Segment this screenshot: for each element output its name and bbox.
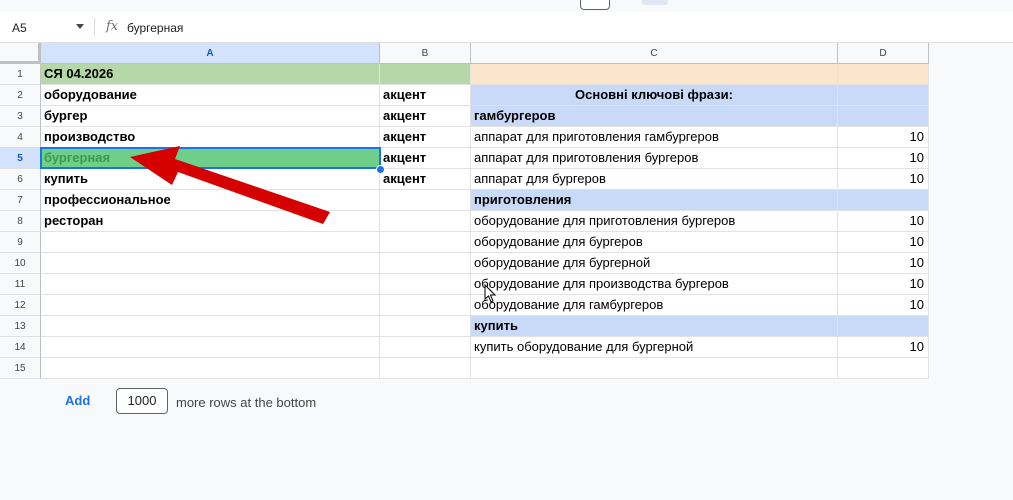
function-icon: fx xyxy=(106,19,119,34)
cell-d12[interactable]: 10 xyxy=(838,295,929,316)
row-header-3[interactable]: 3 xyxy=(0,106,41,127)
cell-a9[interactable] xyxy=(41,232,380,253)
cell-a6[interactable]: купить xyxy=(41,169,380,190)
cell-c4[interactable]: аппарат для приготовления гамбургеров xyxy=(471,127,838,148)
cell-d6[interactable]: 10 xyxy=(838,169,929,190)
cell-d10[interactable]: 10 xyxy=(838,253,929,274)
row-header-9[interactable]: 9 xyxy=(0,232,41,253)
column-header-c[interactable]: C xyxy=(471,43,838,64)
top-toolbar-strip xyxy=(0,0,1013,12)
cell-d7[interactable] xyxy=(838,190,929,211)
row-header-10[interactable]: 10 xyxy=(0,253,41,274)
cell-a7[interactable]: профессиональное xyxy=(41,190,380,211)
cell-b13[interactable] xyxy=(380,316,471,337)
cell-b11[interactable] xyxy=(380,274,471,295)
row-header-11[interactable]: 11 xyxy=(0,274,41,295)
cell-b12[interactable] xyxy=(380,295,471,316)
cell-a14[interactable] xyxy=(41,337,380,358)
cell-a10[interactable] xyxy=(41,253,380,274)
cell-c12[interactable]: оборудование для гамбургеров xyxy=(471,295,838,316)
row-header-15[interactable]: 15 xyxy=(0,358,41,379)
cell-a2[interactable]: оборудование xyxy=(41,85,380,106)
cell-d4[interactable]: 10 xyxy=(838,127,929,148)
row-header-14[interactable]: 14 xyxy=(0,337,41,358)
cell-c5[interactable]: аппарат для приготовления бургеров xyxy=(471,148,838,169)
toolbar-button[interactable] xyxy=(580,0,610,10)
more-rows-label: more rows at the bottom xyxy=(176,395,317,410)
cell-a3[interactable]: бургер xyxy=(41,106,380,127)
cell-b10[interactable] xyxy=(380,253,471,274)
cell-b14[interactable] xyxy=(380,337,471,358)
select-all-corner[interactable] xyxy=(0,43,41,64)
column-header-d[interactable]: D xyxy=(838,43,929,64)
cell-b6[interactable]: акцент xyxy=(380,169,471,190)
row-header-5[interactable]: 5 xyxy=(0,148,41,169)
cell-b7[interactable] xyxy=(380,190,471,211)
cell-c1[interactable] xyxy=(471,64,838,85)
cell-b2[interactable]: акцент xyxy=(380,85,471,106)
cell-b9[interactable] xyxy=(380,232,471,253)
column-header-a[interactable]: A xyxy=(41,43,380,64)
add-rows-bar: Add 1000 more rows at the bottom xyxy=(0,378,1013,428)
cell-d14[interactable]: 10 xyxy=(838,337,929,358)
cell-d3[interactable] xyxy=(838,106,929,127)
cell-a12[interactable] xyxy=(41,295,380,316)
chevron-down-icon[interactable] xyxy=(76,24,84,29)
formula-bar: A5 fx бургерная xyxy=(0,12,1013,43)
cell-d5[interactable]: 10 xyxy=(838,148,929,169)
cell-d1[interactable] xyxy=(838,64,929,85)
cell-c6[interactable]: аппарат для бургеров xyxy=(471,169,838,190)
cell-b5[interactable]: акцент xyxy=(380,148,471,169)
cell-d8[interactable]: 10 xyxy=(838,211,929,232)
cell-d9[interactable]: 10 xyxy=(838,232,929,253)
cell-b3[interactable]: акцент xyxy=(380,106,471,127)
cell-b8[interactable] xyxy=(380,211,471,232)
add-rows-button[interactable]: Add xyxy=(65,393,90,408)
fill-handle[interactable] xyxy=(376,165,385,174)
cell-c13[interactable]: купить xyxy=(471,316,838,337)
cell-c10[interactable]: оборудование для бургерной xyxy=(471,253,838,274)
cell-a13[interactable] xyxy=(41,316,380,337)
name-box[interactable]: A5 xyxy=(12,21,27,35)
cell-c7[interactable]: приготовления xyxy=(471,190,838,211)
toolbar-button-active[interactable] xyxy=(642,0,668,5)
cell-b4[interactable]: акцент xyxy=(380,127,471,148)
cell-b15[interactable] xyxy=(380,358,471,379)
cell-a11[interactable] xyxy=(41,274,380,295)
cell-a5[interactable]: бургерная xyxy=(41,148,380,169)
row-header-4[interactable]: 4 xyxy=(0,127,41,148)
cell-a15[interactable] xyxy=(41,358,380,379)
rows-count-input[interactable]: 1000 xyxy=(116,388,168,414)
row-header-8[interactable]: 8 xyxy=(0,211,41,232)
row-header-6[interactable]: 6 xyxy=(0,169,41,190)
cell-a1[interactable]: СЯ 04.2026 xyxy=(41,64,380,85)
row-header-12[interactable]: 12 xyxy=(0,295,41,316)
divider xyxy=(94,18,95,37)
cell-c15[interactable] xyxy=(471,358,838,379)
cell-c3[interactable]: гамбургеров xyxy=(471,106,838,127)
cell-c8[interactable]: оборудование для приготовления бургеров xyxy=(471,211,838,232)
cell-d2[interactable] xyxy=(838,85,929,106)
cell-c2[interactable]: Основні ключові фрази: xyxy=(471,85,838,106)
column-header-b[interactable]: B xyxy=(380,43,471,64)
cell-d15[interactable] xyxy=(838,358,929,379)
row-header-13[interactable]: 13 xyxy=(0,316,41,337)
cell-a8[interactable]: ресторан xyxy=(41,211,380,232)
cell-d11[interactable]: 10 xyxy=(838,274,929,295)
cell-d13[interactable] xyxy=(838,316,929,337)
cell-a4[interactable]: производство xyxy=(41,127,380,148)
row-header-7[interactable]: 7 xyxy=(0,190,41,211)
cell-c14[interactable]: купить оборудование для бургерной xyxy=(471,337,838,358)
row-header-1[interactable]: 1 xyxy=(0,64,41,85)
formula-input[interactable]: бургерная xyxy=(127,21,183,35)
cell-c9[interactable]: оборудование для бургеров xyxy=(471,232,838,253)
cell-b1[interactable] xyxy=(380,64,471,85)
cell-c11[interactable]: оборудование для производства бургеров xyxy=(471,274,838,295)
row-header-2[interactable]: 2 xyxy=(0,85,41,106)
mouse-cursor-icon xyxy=(484,284,497,303)
